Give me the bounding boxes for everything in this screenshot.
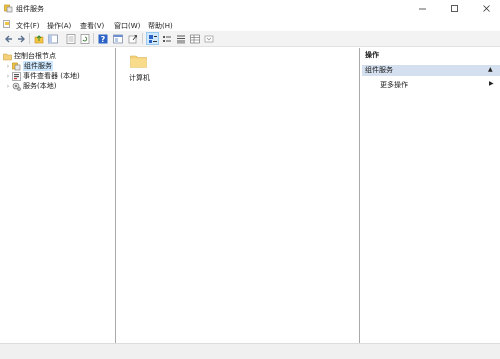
list-view-icon — [176, 35, 185, 43]
actions-header: 操作 — [362, 50, 500, 61]
folder-icon[interactable] — [130, 54, 147, 68]
up-level-button[interactable] — [33, 33, 44, 44]
detail-view-button[interactable] — [189, 33, 200, 44]
toolbar-separator — [29, 33, 30, 44]
show-hide-tree-button[interactable] — [47, 33, 58, 44]
expand-caret-icon[interactable]: › — [4, 73, 12, 80]
expand-caret-icon[interactable]: › — [4, 63, 12, 70]
status-bar — [0, 343, 500, 359]
console-document-icon[interactable] — [3, 20, 11, 28]
small-icons-view-button[interactable] — [161, 33, 172, 44]
toolbar-separator — [93, 33, 94, 44]
collapse-arrow-icon[interactable]: ▲ — [488, 66, 493, 73]
computer-item-label[interactable]: 计算机 — [129, 73, 150, 83]
configure-button[interactable] — [203, 33, 214, 44]
svg-text:?: ? — [100, 35, 105, 44]
close-button[interactable] — [472, 0, 500, 17]
export-icon — [128, 34, 137, 43]
actions-pane — [362, 48, 500, 343]
up-folder-icon — [34, 34, 43, 43]
back-arrow-icon — [4, 35, 12, 42]
help-button[interactable]: ? — [97, 33, 108, 44]
toolbar-separator — [142, 33, 143, 44]
maximize-button[interactable] — [440, 0, 468, 17]
window-title: 组件服务 — [16, 5, 44, 13]
properties-button[interactable] — [65, 33, 76, 44]
large-icons-view-button[interactable] — [146, 32, 159, 45]
tree-item-component-services[interactable]: › 组件服务 — [4, 61, 53, 71]
help-icon: ? — [98, 34, 107, 44]
detail-view-icon — [189, 34, 200, 43]
refresh-icon — [80, 33, 89, 44]
new-window-button[interactable] — [112, 33, 123, 44]
maximize-icon — [450, 5, 458, 12]
folder-icon — [3, 53, 12, 60]
menu-view[interactable]: 查看(V) — [80, 21, 104, 31]
expand-caret-icon[interactable]: › — [4, 83, 12, 90]
console-tree-pane — [0, 48, 116, 343]
more-actions-item[interactable]: 更多操作 — [380, 80, 408, 90]
services-icon — [12, 82, 21, 91]
tree-item-label: 事件查看器 (本地) — [23, 72, 80, 80]
show-tree-icon — [47, 34, 58, 43]
menu-help[interactable]: 帮助(H) — [148, 21, 173, 31]
minimize-button[interactable] — [408, 0, 436, 17]
menu-bar — [0, 18, 500, 31]
menu-action[interactable]: 操作(A) — [47, 21, 71, 31]
component-services-app-icon — [4, 4, 13, 13]
menu-window[interactable]: 窗口(W) — [114, 21, 140, 31]
configure-icon — [204, 35, 213, 42]
list-view-button[interactable] — [175, 33, 186, 44]
results-pane — [118, 48, 360, 343]
window-icon — [112, 34, 123, 43]
actions-group-component-services[interactable]: 组件服务 — [362, 65, 500, 76]
tree-item-services[interactable]: › 服务(本地) — [4, 81, 56, 91]
forward-arrow-icon — [17, 35, 25, 42]
tree-item-label: 控制台根节点 — [14, 52, 56, 60]
refresh-button[interactable] — [79, 33, 90, 44]
submenu-arrow-icon[interactable]: ▶ — [489, 80, 494, 87]
event-viewer-icon — [12, 71, 21, 81]
small-icons-icon — [162, 35, 171, 42]
back-button[interactable] — [3, 33, 14, 44]
properties-icon — [66, 33, 75, 44]
tree-item-event-viewer[interactable]: › 事件查看器 (本地) — [4, 71, 80, 81]
menu-file[interactable]: 文件(F) — [16, 21, 40, 31]
tree-item-label: 服务(本地) — [23, 82, 57, 90]
close-icon — [482, 5, 490, 12]
forward-button[interactable] — [15, 33, 26, 44]
minimize-icon — [418, 8, 426, 10]
tree-item-label: 组件服务 — [23, 61, 53, 71]
component-services-icon — [12, 62, 21, 70]
tree-item-console-root[interactable]: 控制台根节点 — [3, 51, 56, 61]
large-icons-icon — [148, 34, 157, 43]
export-list-button[interactable] — [127, 33, 138, 44]
